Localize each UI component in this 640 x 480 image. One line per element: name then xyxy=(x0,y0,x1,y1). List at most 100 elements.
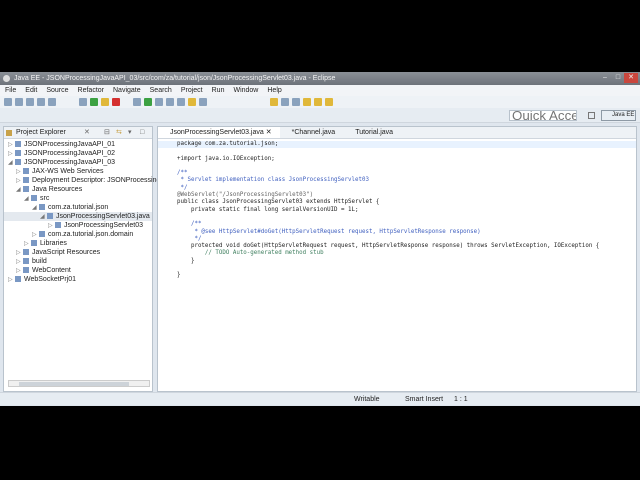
horizontal-scrollbar[interactable] xyxy=(8,380,150,387)
back-icon[interactable] xyxy=(314,98,322,106)
search-icon[interactable] xyxy=(199,98,207,106)
debug-icon[interactable] xyxy=(133,98,141,106)
wand-icon[interactable] xyxy=(48,98,56,106)
project-explorer-tab[interactable]: Project Explorer ✕ ⊟ ⇆ ▾ □ xyxy=(4,127,152,139)
tree-item-icon xyxy=(39,204,45,210)
tree-item-icon xyxy=(23,186,29,192)
expand-toggle-icon[interactable]: ▷ xyxy=(8,276,15,285)
tree-item-icon xyxy=(47,213,53,219)
view-menu-icon[interactable]: ▾ xyxy=(128,127,132,139)
tree-item[interactable]: ▷ build xyxy=(4,257,152,266)
tab-label: Tutorial.java xyxy=(355,129,394,136)
code-line: package com.za.tutorial.json; xyxy=(158,141,636,149)
print-icon[interactable] xyxy=(26,98,34,106)
window-title: Java EE - JSONProcessingJavaAPI_03/src/c… xyxy=(14,75,336,82)
tab-channel[interactable]: *Channel.java xyxy=(280,127,344,138)
tree-item-label: build xyxy=(32,258,47,265)
code-line: } xyxy=(177,257,195,264)
new-java-project-icon[interactable] xyxy=(166,98,174,106)
tree-item[interactable]: ▷ WebContent xyxy=(4,266,152,275)
toggle-block-icon[interactable] xyxy=(281,98,289,106)
tree-item[interactable]: ◢ JsonProcessingServlet03.java xyxy=(4,212,152,221)
tree-item-label: Java Resources xyxy=(32,186,83,193)
status-writable: Writable xyxy=(354,396,380,403)
menu-window[interactable]: Window xyxy=(233,85,258,96)
menu-refactor[interactable]: Refactor xyxy=(78,85,104,96)
tree-item[interactable]: ▷ JSONProcessingJavaAPI_02 xyxy=(4,149,152,158)
menu-search[interactable]: Search xyxy=(150,85,172,96)
project-explorer-icon xyxy=(6,130,12,136)
java-editor: JsonProcessingServlet03.java ✕ *Channel.… xyxy=(157,126,637,392)
menu-source[interactable]: Source xyxy=(46,85,68,96)
tree-item[interactable]: ▷ com.za.tutorial.json.domain xyxy=(4,230,152,239)
debug-resume-icon[interactable] xyxy=(79,98,87,106)
tree-item[interactable]: ▷ WebSocketPrj01 xyxy=(4,275,152,284)
external-tools-icon[interactable] xyxy=(155,98,163,106)
next-annotation-icon[interactable] xyxy=(303,98,311,106)
new-icon[interactable] xyxy=(4,98,12,106)
collapse-all-icon[interactable]: ⊟ xyxy=(104,127,110,139)
menu-file[interactable]: File xyxy=(5,85,16,96)
run-icon[interactable] xyxy=(144,98,152,106)
tree-item-label: WebSocketPrj01 xyxy=(24,276,77,283)
tree-item-label: src xyxy=(40,195,50,202)
menu-run[interactable]: Run xyxy=(212,85,225,96)
save-icon[interactable] xyxy=(15,98,23,106)
open-perspective-icon[interactable] xyxy=(588,112,595,119)
close-view-icon[interactable]: ✕ xyxy=(84,127,90,139)
mark-occurrences-icon[interactable] xyxy=(270,98,278,106)
link-editor-icon[interactable]: ⇆ xyxy=(116,127,122,139)
tree-item[interactable]: ▷ Libraries xyxy=(4,239,152,248)
menu-navigate[interactable]: Navigate xyxy=(113,85,141,96)
tree-item[interactable]: ▷ JAX-WS Web Services xyxy=(4,167,152,176)
tree-item-icon xyxy=(15,141,21,147)
tree-item[interactable]: ▷ JsonProcessingServlet03 xyxy=(4,221,152,230)
terminate-icon[interactable] xyxy=(112,98,120,106)
tree-item-label: JSONProcessingJavaAPI_01 xyxy=(24,141,116,148)
tab-jsonprocessingservlet03[interactable]: JsonProcessingServlet03.java ✕ xyxy=(158,127,280,138)
code-area[interactable]: package com.za.tutorial.json; +import jav… xyxy=(158,139,636,280)
tree-item[interactable]: ▷ JSONProcessingJavaAPI_01 xyxy=(4,140,152,149)
project-explorer-title: Project Explorer xyxy=(16,129,66,136)
status-cursor-position: 1 : 1 xyxy=(454,396,468,403)
close-button[interactable]: ✕ xyxy=(624,73,638,83)
quick-access-input[interactable] xyxy=(509,110,577,121)
tree-item[interactable]: ◢ JSONProcessingJavaAPI_03 xyxy=(4,158,152,167)
close-tab-icon[interactable]: ✕ xyxy=(266,129,272,136)
menu-edit[interactable]: Edit xyxy=(25,85,37,96)
show-whitespace-icon[interactable] xyxy=(292,98,300,106)
tree-item[interactable]: ◢ com.za.tutorial.json xyxy=(4,203,152,212)
code-line: * @see HttpServlet#doGet(HttpServletRequ… xyxy=(177,228,481,235)
menu-bar: File Edit Source Refactor Navigate Searc… xyxy=(0,85,640,96)
server-icon[interactable] xyxy=(37,98,45,106)
tree-item-label: JsonProcessingServlet03 xyxy=(64,222,143,229)
new-class-icon[interactable] xyxy=(177,98,185,106)
tree-item-label: com.za.tutorial.json xyxy=(48,204,109,211)
tree-item-icon xyxy=(31,195,37,201)
tab-tutorial[interactable]: Tutorial.java xyxy=(343,127,401,138)
forward-icon[interactable] xyxy=(325,98,333,106)
open-type-icon[interactable] xyxy=(188,98,196,106)
suspend-icon[interactable] xyxy=(101,98,109,106)
tree-item-icon xyxy=(23,249,29,255)
maximize-button[interactable]: □ xyxy=(611,73,625,83)
perspective-java-ee-button[interactable]: Java EE xyxy=(601,110,636,121)
code-line: protected void doGet(HttpServletRequest … xyxy=(177,243,600,250)
minimize-button[interactable]: – xyxy=(598,73,612,83)
tree-item[interactable]: ▷ Deployment Descriptor: JSONProcessingJa… xyxy=(4,176,171,185)
tree-item-icon xyxy=(23,258,29,264)
status-insert-mode: Smart Insert xyxy=(405,396,444,403)
tree-item[interactable]: ▷ JavaScript Resources xyxy=(4,248,152,257)
tree-item[interactable]: ◢ Java Resources xyxy=(4,185,152,194)
tree-item-icon xyxy=(23,177,29,183)
maximize-view-icon[interactable]: □ xyxy=(140,127,144,139)
tree-item[interactable]: ◢ src xyxy=(4,194,152,203)
code-line: private static final long serialVersionU… xyxy=(177,206,359,213)
menu-help[interactable]: Help xyxy=(267,85,281,96)
resume-icon[interactable] xyxy=(90,98,98,106)
menu-project[interactable]: Project xyxy=(181,85,203,96)
tree-item-icon xyxy=(15,159,21,165)
tree-item-label: JavaScript Resources xyxy=(32,249,101,256)
